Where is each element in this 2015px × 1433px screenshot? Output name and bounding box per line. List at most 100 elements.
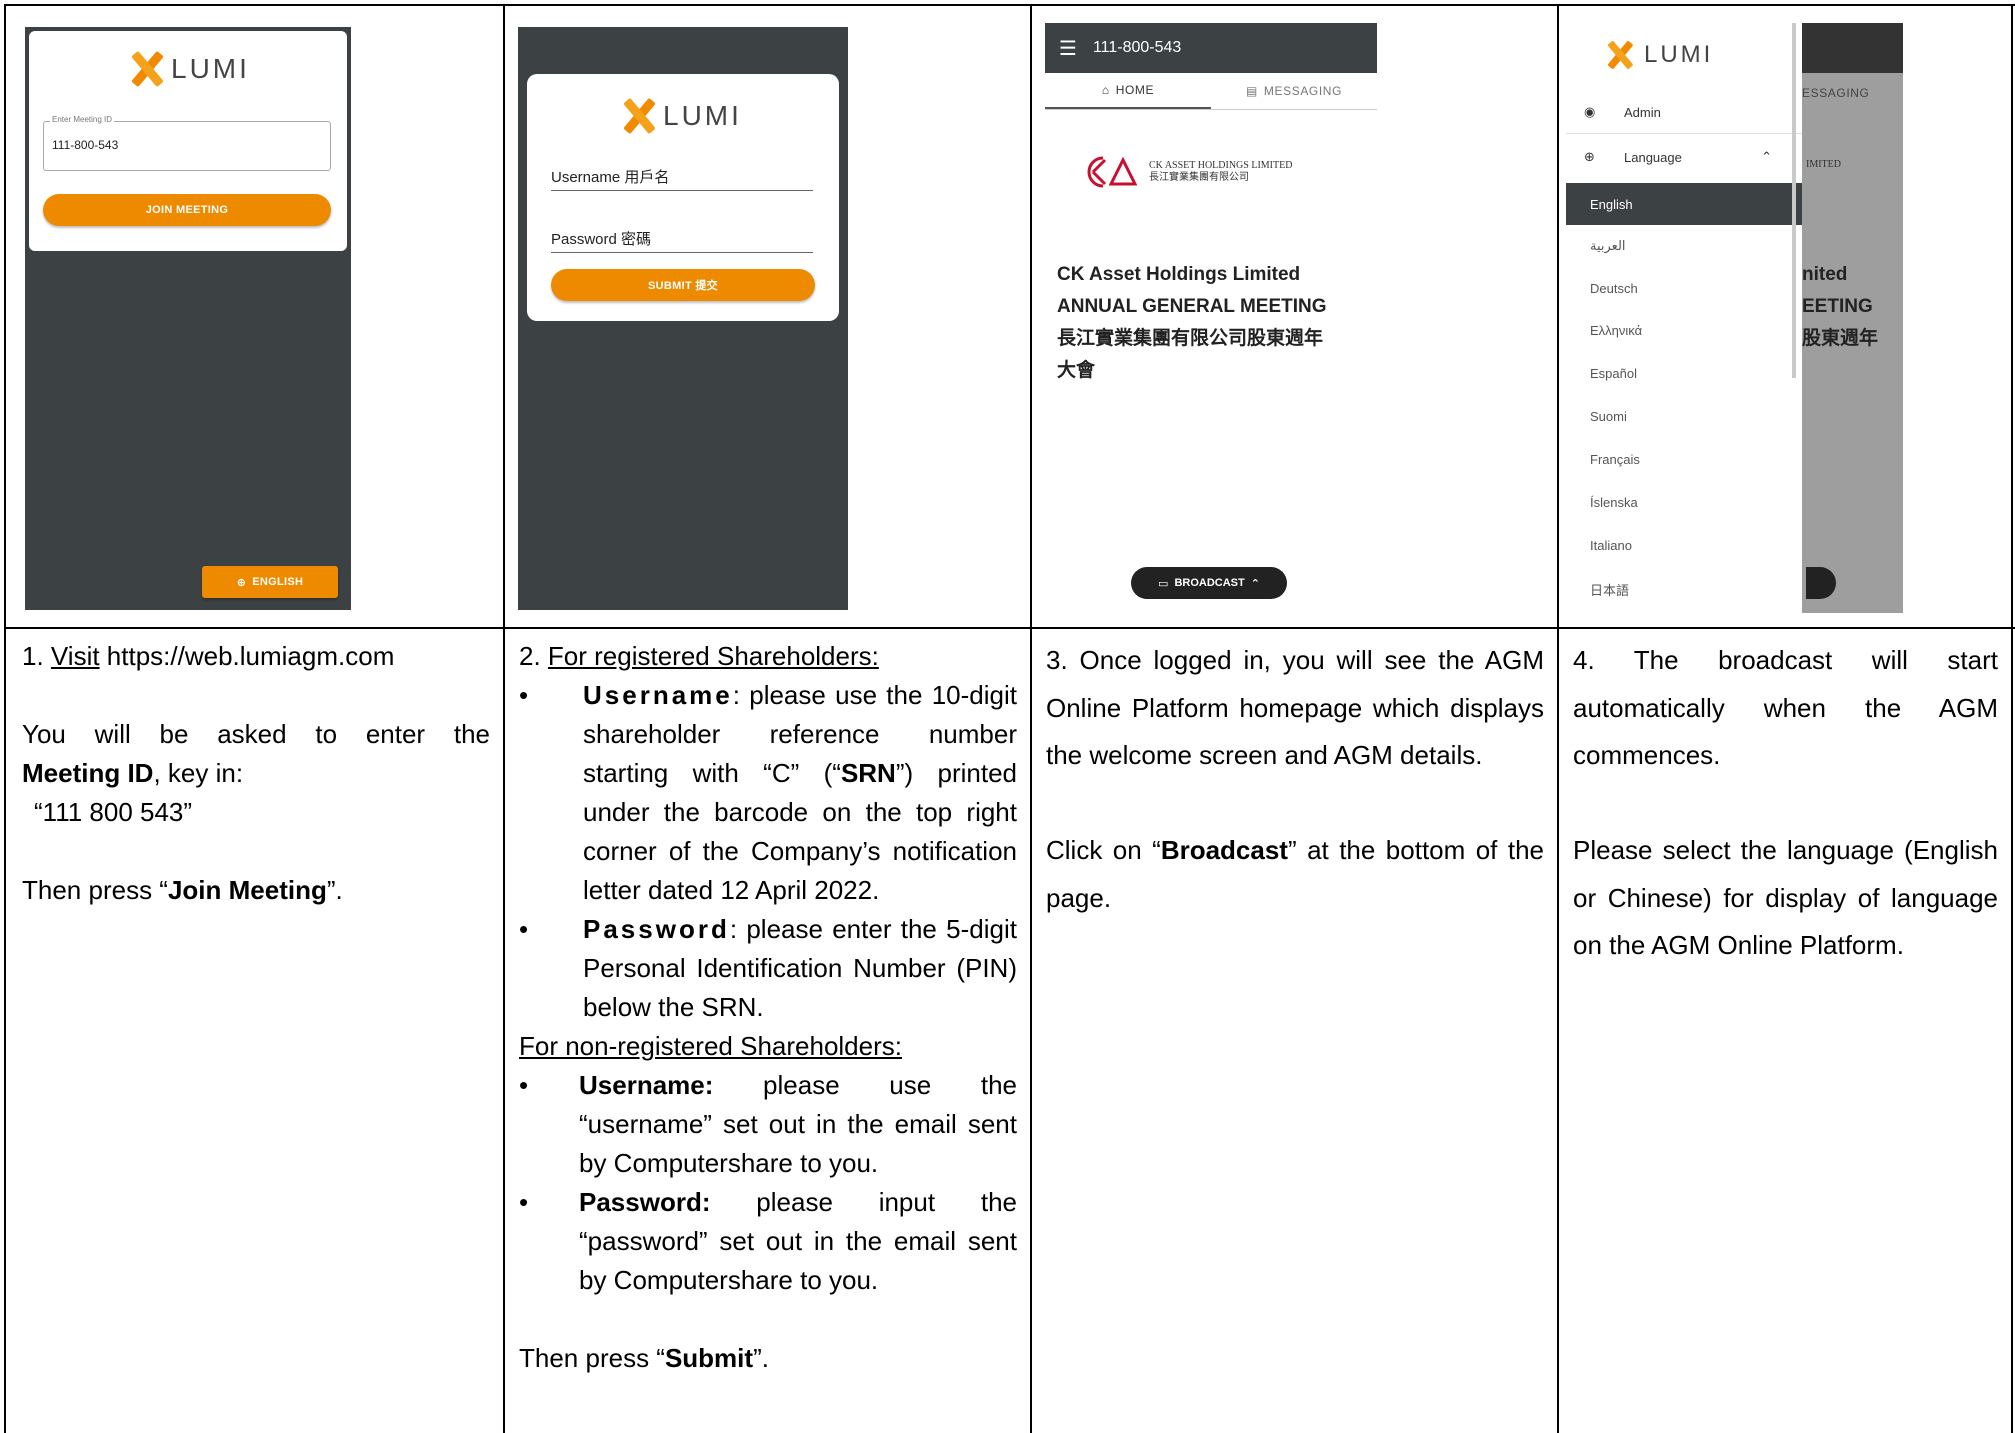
- screenshot-join-meeting: LUMI Enter Meeting ID 111-800-543 JOIN M…: [25, 27, 351, 610]
- meeting-title-line3: 長江實業集團有限公司股東週年: [1057, 328, 1324, 349]
- registered-heading: For registered Shareholders:: [547, 641, 879, 671]
- language-option[interactable]: Deutsch: [1590, 281, 1638, 296]
- table-divider-2: [1030, 4, 1032, 1433]
- screenshot-homepage: ☰ 111-800-543 ⌂ HOME ▤ MESSAGING CK ASSE…: [1045, 23, 1377, 613]
- lumi-wordmark: LUMI: [171, 53, 250, 84]
- bullet-label: Username: [583, 680, 733, 710]
- menu-scrollbar[interactable]: [1792, 23, 1796, 378]
- bullet-nonregistered-password: Password: please input the “password” se…: [519, 1183, 1017, 1300]
- step-2-text: 2. For registered Shareholders: Username…: [519, 637, 1017, 1378]
- broadcast-button[interactable]: ▭ BROADCAST ⌃: [1131, 567, 1287, 599]
- menu-item-language-label: Language: [1624, 149, 1682, 165]
- meeting-id-display: 111-800-543: [1092, 39, 1182, 56]
- language-option[interactable]: Ελληνικά: [1590, 323, 1642, 338]
- dimmed-logo-text: IMITED: [1806, 159, 1841, 170]
- globe-icon: ⊕: [1584, 149, 1595, 164]
- table-border-right: [2011, 4, 2013, 1433]
- broadcast-button-label: BROADCAST: [1174, 577, 1245, 589]
- instruction-text: Then press “: [519, 1343, 665, 1373]
- lumi-wordmark: LUMI: [1644, 41, 1714, 68]
- tab-messaging[interactable]: ▤ MESSAGING: [1211, 73, 1377, 109]
- table-divider-3: [1557, 4, 1559, 1433]
- language-option-selected[interactable]: English: [1566, 183, 1802, 225]
- login-card: LUMI Username 用戶名 Password 密碼 SUBMIT 提交: [527, 74, 839, 321]
- side-menu: LUMI ◉ Admin ⊕ Language ⌃ English العربي…: [1566, 23, 1802, 613]
- meeting-title-line1: CK Asset Holdings Limited: [1057, 264, 1301, 285]
- language-button-label: ENGLISH: [252, 576, 304, 588]
- lumi-x-icon: [129, 51, 165, 87]
- dimmed-tab-label: ESSAGING: [1802, 86, 1870, 100]
- meeting-title-line4: 大會: [1057, 360, 1096, 381]
- table-row-divider: [4, 627, 2015, 629]
- join-meeting-term: Join Meeting: [167, 875, 327, 905]
- menu-divider: [1566, 133, 1802, 134]
- bullet-registered-password: Password: please enter the 5-digit Perso…: [519, 910, 1017, 1027]
- meeting-title: CK Asset Holdings Limited ANNUAL GENERAL…: [1057, 259, 1327, 387]
- join-meeting-button[interactable]: JOIN MEETING: [43, 194, 331, 226]
- visit-link-text: Visit: [50, 641, 100, 671]
- ck-logo-icon: [1087, 156, 1138, 188]
- bullet-nonregistered-username: Username: please use the “username” set …: [519, 1066, 1017, 1183]
- lumi-x-icon: [1606, 41, 1635, 70]
- meeting-id-label: Enter Meeting ID: [50, 115, 115, 124]
- step-4-text: 4. The broadcast will start automaticall…: [1573, 637, 1998, 970]
- chevron-up-icon: ⌃: [1761, 149, 1772, 164]
- app-top-bar: ☰ 111-800-543: [1045, 23, 1377, 73]
- submit-term: Submit: [664, 1343, 754, 1373]
- account-icon: ◉: [1584, 104, 1596, 119]
- screenshot-language-menu: ESSAGING IMITED nited EETING 股東週年 LUMI ◉…: [1566, 23, 1903, 613]
- chat-icon: ▤: [1245, 84, 1258, 98]
- instruction-text: Click on “: [1046, 835, 1161, 865]
- meeting-title-line2: ANNUAL GENERAL MEETING: [1057, 296, 1327, 317]
- language-option[interactable]: 日本語: [1590, 580, 1629, 599]
- language-button[interactable]: ⊕ ENGLISH: [202, 566, 338, 598]
- url-text: https://web.lumiagm.com: [99, 641, 395, 671]
- bullet-label: Username:: [579, 1070, 714, 1100]
- step-number: 2.: [519, 641, 541, 671]
- table-border-top: [4, 4, 2015, 6]
- company-logo: CK ASSET HOLDINGS LIMITED 長江實業集團有限公司: [1083, 155, 1292, 189]
- bullet-label: Password:: [579, 1187, 711, 1217]
- company-logo-zh: 長江實業集團有限公司: [1149, 172, 1249, 183]
- step-1-text: 1. Visit https://web.lumiagm.com You wil…: [22, 637, 490, 910]
- lumi-logo: LUMI: [1602, 37, 1713, 73]
- globe-icon: ⊕: [236, 576, 247, 589]
- meeting-id-value: 111-800-543: [52, 138, 119, 152]
- meeting-code: “111 800 543”: [34, 797, 193, 827]
- broadcast-term: Broadcast: [1160, 835, 1288, 865]
- language-option[interactable]: Español: [1590, 366, 1637, 381]
- join-card: LUMI Enter Meeting ID 111-800-543 JOIN M…: [29, 31, 347, 251]
- step-number: 1.: [22, 641, 44, 671]
- lumi-x-icon: [621, 98, 657, 134]
- dimmed-title: nited EETING 股東週年: [1802, 259, 1878, 355]
- hamburger-menu-icon[interactable]: ☰: [1059, 36, 1077, 61]
- step-4-paragraph-2: Please select the language (English or C…: [1573, 835, 1998, 960]
- dimmed-title-line2: EETING: [1802, 296, 1873, 317]
- username-field[interactable]: Username 用戶名: [551, 166, 813, 191]
- dimmed-broadcast-button: [1806, 567, 1836, 599]
- srn-term: SRN: [840, 758, 896, 788]
- lumi-logo: LUMI: [129, 51, 250, 87]
- language-option[interactable]: العربية: [1590, 238, 1626, 254]
- language-option[interactable]: Français: [1590, 452, 1640, 467]
- home-icon: ⌂: [1101, 83, 1110, 97]
- company-logo-en: CK ASSET HOLDINGS LIMITED: [1149, 160, 1293, 171]
- language-option[interactable]: Italiano: [1590, 538, 1632, 553]
- lumi-logo: LUMI: [621, 98, 742, 134]
- menu-item-admin[interactable]: ◉ Admin: [1566, 97, 1802, 127]
- password-field[interactable]: Password 密碼: [551, 228, 813, 253]
- language-option[interactable]: Íslenska: [1590, 495, 1638, 510]
- chevron-up-icon: ⌃: [1250, 577, 1260, 590]
- tab-home[interactable]: ⌂ HOME: [1045, 73, 1211, 109]
- table-border-left: [4, 4, 6, 1433]
- language-option[interactable]: Suomi: [1590, 409, 1627, 424]
- meeting-id-field[interactable]: Enter Meeting ID 111-800-543: [43, 115, 331, 171]
- dimmed-title-line3: 股東週年: [1802, 328, 1879, 349]
- step-4-paragraph-1: 4. The broadcast will start automaticall…: [1573, 645, 1998, 770]
- submit-button[interactable]: SUBMIT 提交: [551, 269, 815, 301]
- tab-home-label: HOME: [1115, 83, 1155, 97]
- lumi-wordmark: LUMI: [663, 100, 742, 131]
- nav-tabs: ⌂ HOME ▤ MESSAGING: [1045, 73, 1377, 110]
- instruction-text: ”.: [326, 875, 343, 905]
- menu-item-language[interactable]: ⊕ Language ⌃: [1566, 142, 1802, 172]
